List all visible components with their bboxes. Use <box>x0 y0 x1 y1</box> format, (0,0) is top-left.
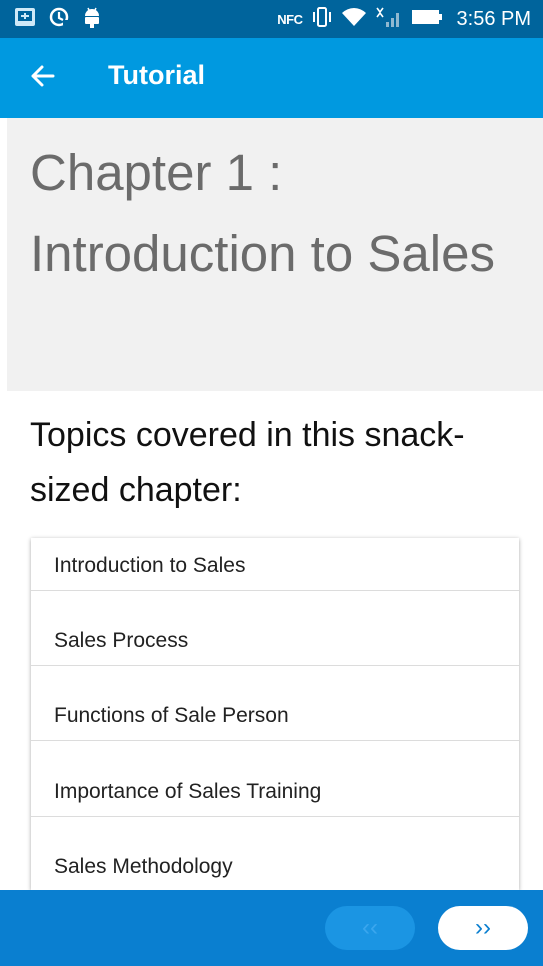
topic-item-sales-process[interactable]: Sales Process <box>31 591 519 666</box>
double-chevron-left-icon: ‹‹ <box>362 914 378 941</box>
app-bar: Tutorial <box>0 38 543 118</box>
battery-icon <box>411 7 443 32</box>
topic-item-importance-of-sales-training[interactable]: Importance of Sales Training <box>31 742 519 817</box>
signal-icon <box>375 6 403 33</box>
topic-item-label: Introduction to Sales <box>54 554 246 577</box>
topic-item-label: Sales Process <box>54 629 189 652</box>
topic-item-functions-of-sale-person[interactable]: Functions of Sale Person <box>31 666 519 741</box>
app-title: Tutorial <box>108 60 205 90</box>
previous-button[interactable]: ‹‹ <box>325 906 415 950</box>
chapter-header: Chapter 1 : Introduction to Sales <box>7 118 543 391</box>
double-chevron-right-icon: ›› <box>475 914 491 941</box>
topic-item-label: Functions of Sale Person <box>54 704 289 727</box>
topic-item-label: Sales Methodology <box>54 855 233 878</box>
topic-item-label: Importance of Sales Training <box>54 780 322 803</box>
arrow-back-icon <box>29 63 55 94</box>
android-icon <box>82 6 102 33</box>
topic-item-sales-methodology[interactable]: Sales Methodology <box>31 817 519 890</box>
nfc-icon: NFC <box>277 11 303 27</box>
wifi-icon <box>341 6 367 33</box>
clock: 3:56 PM <box>456 7 531 30</box>
bottom-nav-bar: ‹‹ ›› <box>0 890 543 966</box>
topic-item-introduction-to-sales[interactable]: Introduction to Sales <box>31 538 519 591</box>
topic-list: Introduction to Sales Sales Process Func… <box>31 538 519 890</box>
next-button[interactable]: ›› <box>438 906 528 950</box>
back-button[interactable] <box>22 58 62 98</box>
screen-cast-icon <box>14 6 36 33</box>
status-right-icons: NFC 3:56 PM <box>277 6 531 33</box>
status-bar: NFC 3:56 PM <box>0 0 543 38</box>
chapter-title: Chapter 1 : Introduction to Sales <box>30 144 495 282</box>
vibrate-icon <box>311 6 333 33</box>
topics-heading: Topics covered in this snack-sized chapt… <box>30 416 465 509</box>
status-left-icons <box>14 7 102 31</box>
data-saver-icon <box>48 6 70 33</box>
